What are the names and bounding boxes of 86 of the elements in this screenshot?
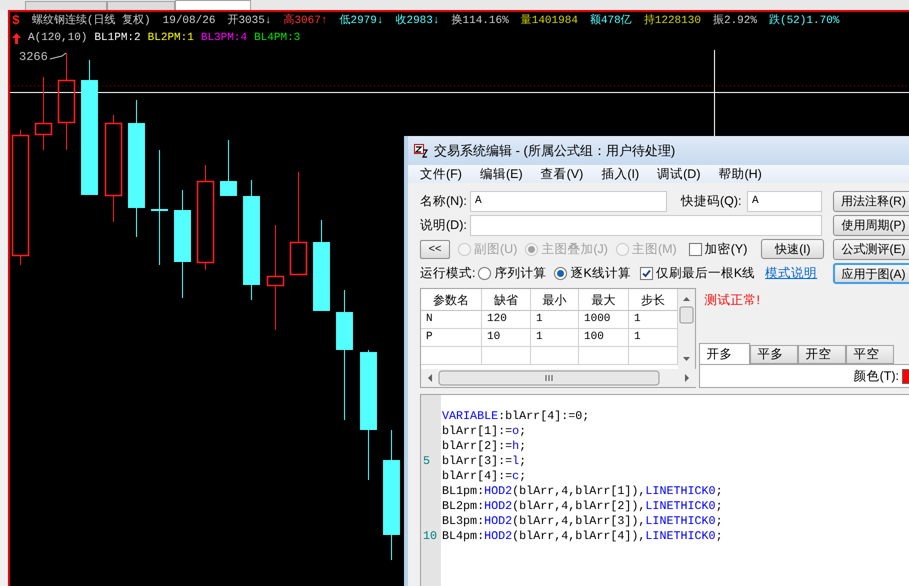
table-cell: N: [421, 311, 482, 328]
table-cell: 10: [482, 329, 531, 346]
indicator-value: BL1PM:2: [94, 31, 141, 46]
radio-button[interactable]: [554, 266, 568, 280]
checkbox[interactable]: [688, 242, 702, 256]
tab[interactable]: [175, 0, 251, 10]
menu-item[interactable]: 调试(D): [655, 164, 702, 184]
side-button[interactable]: 使用周期(P): [833, 214, 909, 236]
quote-field: 跌(52)1.70%: [768, 13, 840, 29]
table-cell: P: [421, 329, 482, 346]
quote-field: 额478亿: [590, 13, 632, 29]
code-line: VARIABLE:blArr[4]:=0;: [442, 409, 590, 424]
quote-field: 19/08/26: [162, 13, 216, 29]
table-cell: 1: [531, 311, 579, 328]
radio-label: 序列计算: [494, 264, 546, 282]
status-text: 测试正常!: [704, 292, 760, 309]
vertical-scrollbar[interactable]: [678, 289, 696, 369]
field-label: 颜色(T):: [854, 368, 899, 385]
horizontal-scrollbar[interactable]: [421, 369, 696, 387]
checkbox-label: 仅刷最后一根K线: [656, 264, 756, 282]
code-line: BL2pm:HOD2(blArr,4,blArr[2]),LINETHICK0;: [442, 499, 723, 514]
quote-field: 收2983↓: [395, 13, 440, 29]
radio-label: 主图叠加(J): [541, 240, 608, 258]
text-field[interactable]: A: [470, 190, 667, 212]
side-button[interactable]: 应用于图(A): [833, 262, 909, 284]
quote-field: 低2979↓: [339, 13, 384, 29]
radio-label: 副图(U): [474, 240, 518, 258]
side-button[interactable]: 用法注释(R): [833, 190, 909, 212]
help-link[interactable]: 模式说明: [765, 264, 818, 282]
indicator-value: BL4PM:3: [254, 31, 300, 46]
tab[interactable]: 平多: [750, 345, 798, 364]
checkbox-label: 加密(Y): [704, 240, 748, 258]
quote-field: 开3035↓: [227, 13, 272, 29]
up-arrow-icon: [12, 32, 21, 44]
quote-field: 高3067↑: [283, 13, 328, 29]
field-label: 快捷码(Q):: [681, 192, 743, 210]
menu-item[interactable]: 文件(F): [418, 164, 464, 184]
quick-button[interactable]: 快速(I): [761, 239, 824, 259]
radio-label: 主图(M): [632, 240, 677, 258]
tab[interactable]: [107, 1, 175, 10]
table-cell: 1000: [579, 311, 629, 328]
leader-line: [50, 52, 66, 60]
line-number: 5: [423, 454, 430, 468]
quote-field: 持1228130: [644, 13, 701, 29]
table-cell: 100: [579, 329, 629, 346]
menu-item[interactable]: 查看(V): [538, 164, 586, 184]
code-line: BL4pm:HOD2(blArr,4,blArr[4]),LINETHICK0;: [442, 529, 723, 544]
indicator-value: BL3PM:4: [200, 31, 248, 46]
text-field[interactable]: [470, 214, 822, 236]
tab[interactable]: 平空: [846, 345, 894, 364]
code-line: BL3pm:HOD2(blArr,4,blArr[3]),LINETHICK0;: [442, 514, 723, 529]
table-cell: 1: [531, 329, 579, 346]
code-line: blArr[2]:=h;: [442, 439, 528, 454]
window-title: 交易系统编辑 - (所属公式组：用户待处理): [434, 142, 676, 160]
tab[interactable]: [25, 1, 107, 10]
field-label: 说明(D):: [420, 216, 468, 234]
side-button[interactable]: 公式测评(E): [833, 238, 909, 260]
menu-item[interactable]: 编辑(E): [478, 164, 525, 184]
code-line: blArr[1]:=o;: [442, 424, 528, 439]
indicator-value: BL2PM:1: [148, 31, 194, 46]
table-cell: 120: [482, 311, 531, 328]
menu-item[interactable]: 插入(I): [599, 164, 642, 184]
code-editor[interactable]: [420, 394, 909, 586]
symbol-mark: $: [12, 13, 20, 29]
quote-field: 螺纹钢连续(日线 复权): [32, 13, 151, 29]
quote-field: 量1401984: [520, 13, 578, 29]
quote-field: 换114.16%: [452, 13, 509, 29]
menu-item[interactable]: 帮助(H): [716, 164, 764, 184]
field-label: 名称(N):: [420, 192, 468, 210]
tab[interactable]: 开空: [798, 345, 846, 364]
code-line: blArr[3]:=l;: [442, 454, 528, 469]
radio-label: 逐K线计算: [570, 264, 631, 282]
indicator-value: A(120,10): [28, 31, 88, 46]
field-label: 运行模式:: [420, 264, 476, 282]
line-number: 10: [423, 529, 438, 543]
collapse-button[interactable]: <<: [420, 240, 450, 258]
radio-button[interactable]: [478, 266, 492, 280]
quote-field: 振2.92%: [712, 13, 757, 29]
code-line: blArr[4]:=c;: [442, 469, 528, 484]
code-line: BL1pm:HOD2(blArr,4,blArr[1]),LINETHICK0;: [442, 484, 723, 499]
candle: [220, 140, 237, 196]
app-icon: [414, 144, 428, 158]
price-label: 3266: [19, 51, 48, 63]
checkbox[interactable]: [640, 266, 653, 280]
text-field[interactable]: A: [747, 190, 822, 212]
tab[interactable]: 开多: [699, 343, 750, 364]
